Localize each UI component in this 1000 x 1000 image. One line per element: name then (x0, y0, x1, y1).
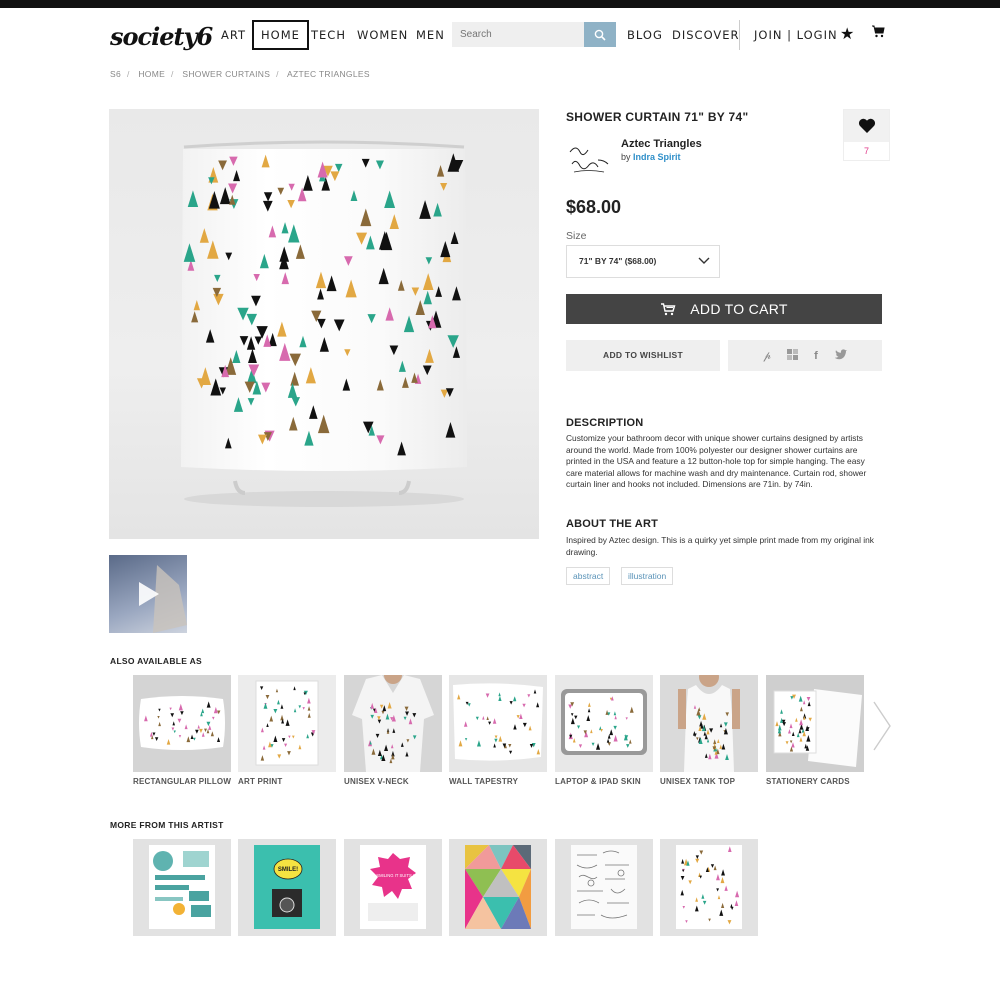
artist-product-mini-triangles-curtain[interactable] (660, 839, 758, 936)
product-title: SHOWER CURTAIN 71" BY 74" (566, 110, 749, 124)
add-to-cart-button[interactable]: ADD TO CART (566, 294, 882, 324)
nav-discover[interactable]: DISCOVER (672, 20, 740, 50)
more-from-artist-title: MORE FROM THIS ARTIST (110, 820, 224, 830)
search-input[interactable] (452, 22, 584, 47)
smile-text: SMILE! (278, 867, 298, 873)
like-count: 7 (863, 146, 869, 156)
label-unisex-v-neck[interactable]: UNISEX V-NECK (344, 777, 409, 786)
join-login-link[interactable]: JOIN | LOGIN (754, 20, 838, 50)
artist-product-typography-curtain[interactable] (133, 839, 231, 936)
product-stationery-cards[interactable] (766, 675, 864, 772)
chevron-down-icon (698, 246, 710, 290)
cart-icon (661, 303, 676, 316)
breadcrumb-s6[interactable]: S6 (110, 69, 121, 79)
pinterest-icon[interactable]: 𝓅 (763, 349, 771, 363)
product-unisex-v-neck[interactable] (344, 675, 442, 772)
artist-byline: by Indra Spirit (621, 152, 681, 162)
product-laptop-ipad-skin[interactable] (555, 675, 653, 772)
product-wall-tapestry[interactable] (449, 675, 547, 772)
tumblr-icon[interactable] (787, 348, 799, 363)
star-icon[interactable]: ★ (840, 24, 854, 44)
tag-abstract[interactable]: abstract (566, 567, 611, 585)
nav-home[interactable]: HOME (252, 20, 309, 50)
shower-curtain-illustration (181, 140, 467, 507)
artist-product-doodle-curtain[interactable] (555, 839, 653, 936)
video-thumbnail[interactable] (109, 555, 187, 633)
product-unisex-tank-top[interactable] (660, 675, 758, 772)
product-rectangular-pillow[interactable] (133, 675, 231, 772)
facebook-icon[interactable]: f (814, 350, 818, 362)
label-art-print[interactable]: ART PRINT (238, 777, 282, 786)
search-icon (594, 29, 606, 41)
heart-icon (858, 118, 875, 133)
breadcrumb-home[interactable]: HOME (138, 69, 165, 79)
twitter-icon[interactable] (834, 348, 847, 363)
site-logo[interactable]: society6 (110, 22, 213, 51)
product-main-image[interactable] (109, 109, 539, 539)
label-wall-tapestry[interactable]: WALL TAPESTRY (449, 777, 518, 786)
nav-women[interactable]: WOMEN (357, 20, 408, 50)
label-unisex-tank-top[interactable]: UNISEX TANK TOP (660, 777, 735, 786)
share-bar: 𝓅 f (728, 340, 882, 371)
description-title: DESCRIPTION (566, 417, 644, 429)
nav-blog[interactable]: BLOG (627, 20, 663, 50)
search-button[interactable] (584, 22, 616, 47)
breadcrumb-shower-curtains[interactable]: SHOWER CURTAINS (182, 69, 270, 79)
nav-tech[interactable]: TECH (311, 20, 346, 50)
site-header: society6 ART HOME TECH WOMEN MEN BLOG DI… (0, 8, 1000, 62)
size-select[interactable]: 71" BY 74" ($68.00) (566, 245, 720, 278)
tag-illustration[interactable]: illustration (621, 567, 674, 585)
product-price: $68.00 (566, 197, 622, 217)
breadcrumb-current[interactable]: AZTEC TRIANGLES (287, 69, 370, 79)
description-body: Customize your bathroom decor with uniqu… (566, 433, 867, 490)
artist-product-keep-smiling-curtain[interactable]: KEEP SMILING IT SUITS YOU (344, 839, 442, 936)
about-body: Inspired by Aztec design. This is a quir… (566, 535, 874, 557)
artist-link[interactable]: Indra Spirit (633, 152, 681, 162)
label-rectangular-pillow[interactable]: RECTANGULAR PILLOW (133, 777, 231, 786)
artwork-name: Aztec Triangles (621, 138, 702, 150)
like-button[interactable]: 7 (843, 109, 890, 161)
about-title: ABOUT THE ART (566, 518, 659, 530)
add-to-wishlist-button[interactable]: ADD TO WISHLIST (566, 340, 720, 371)
top-strip (0, 0, 1000, 8)
cart-icon[interactable] (871, 24, 885, 43)
size-value: 71" BY 74" ($68.00) (579, 256, 657, 266)
chevron-right-icon[interactable] (872, 700, 892, 757)
product-art-print[interactable] (238, 675, 336, 772)
nav-men[interactable]: MEN (416, 20, 445, 50)
artist-product-geometric-curtain[interactable] (449, 839, 547, 936)
artist-signature-logo[interactable] (566, 138, 612, 178)
nav-art[interactable]: ART (221, 20, 246, 50)
add-to-cart-label: ADD TO CART (690, 301, 788, 317)
by-prefix: by (621, 152, 631, 162)
artist-product-camera-curtain[interactable]: SMILE! (238, 839, 336, 936)
also-available-title: ALSO AVAILABLE AS (110, 656, 202, 666)
label-laptop-ipad-skin[interactable]: LAPTOP & IPAD SKIN (555, 777, 641, 786)
size-label: Size (566, 230, 587, 242)
header-divider (739, 20, 740, 50)
keep-smiling-text: KEEP SMILING IT SUITS YOU (364, 873, 422, 878)
label-stationery-cards[interactable]: STATIONERY CARDS (766, 777, 850, 786)
breadcrumb: S6/ HOME / SHOWER CURTAINS / AZTEC TRIANGL… (110, 69, 370, 79)
